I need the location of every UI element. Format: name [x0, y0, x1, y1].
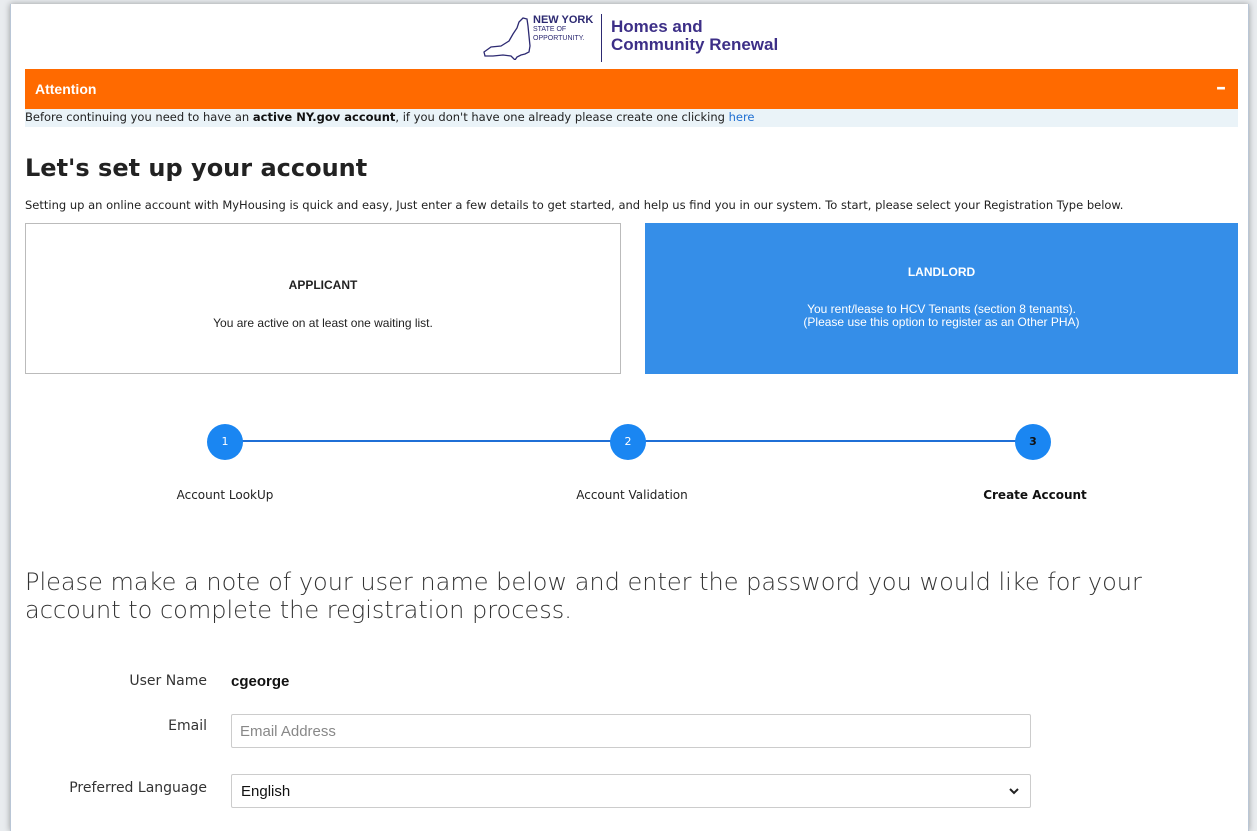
landlord-description-line2: (Please use this option to register as a…	[803, 315, 1080, 329]
applicant-option-card[interactable]: APPLICANT You are active on at least one…	[25, 223, 621, 374]
page-title: Let's set up your account	[25, 154, 368, 182]
preferred-language-select[interactable]: English	[231, 774, 1031, 808]
ny-state-line1: NEW YORK	[533, 14, 594, 26]
attention-title: Attention	[35, 81, 97, 97]
landlord-description: You rent/lease to HCV Tenants (section 8…	[645, 303, 1238, 329]
preferred-language-value: English	[241, 783, 291, 800]
ny-state-line2: STATE OF	[533, 26, 567, 33]
attention-text-after: , if you don't have one already please c…	[395, 110, 729, 124]
email-input[interactable]	[231, 714, 1031, 748]
hcr-logo[interactable]: NEW YORK STATE OF OPPORTUNITY. Homes and…	[481, 12, 781, 64]
applicant-title: APPLICANT	[288, 278, 358, 292]
username-label: User Name	[129, 673, 207, 689]
agency-name: Homes and Community Renewal	[611, 18, 778, 54]
ny-state-outline-icon	[483, 17, 531, 60]
preferred-language-label: Preferred Language	[69, 780, 207, 796]
attention-text-bold: active NY.gov account	[252, 110, 396, 124]
step-2-label: Account Validation	[576, 488, 688, 502]
step-3-label: Create Account	[983, 488, 1087, 502]
landlord-title: LANDLORD	[907, 265, 976, 279]
agency-name-line1: Homes and	[611, 17, 703, 36]
attention-text-before: Before continuing you need to have an	[25, 110, 253, 124]
step-1-label: Account LookUp	[176, 488, 274, 502]
step-1-circle: 1	[207, 424, 243, 460]
attention-banner: Attention –	[25, 69, 1238, 109]
step-3-circle: 3	[1015, 424, 1051, 460]
landlord-option-card[interactable]: LANDLORD You rent/lease to HCV Tenants (…	[645, 223, 1238, 374]
create-nygov-account-link[interactable]: here	[729, 110, 755, 124]
email-label: Email	[168, 718, 207, 734]
page-intro: Setting up an online account with MyHous…	[25, 198, 1124, 212]
logo-divider	[601, 14, 602, 62]
step-connector-1-2	[225, 440, 628, 442]
agency-name-line2: Community Renewal	[611, 35, 779, 54]
registration-page: NEW YORK STATE OF OPPORTUNITY. Homes and…	[10, 4, 1249, 831]
step-connector-2-3	[628, 440, 1033, 442]
ny-state-line3: OPPORTUNITY.	[533, 35, 585, 42]
site-header: NEW YORK STATE OF OPPORTUNITY. Homes and…	[11, 4, 1248, 66]
step-2-circle: 2	[610, 424, 646, 460]
registration-note: Please make a note of your user name bel…	[25, 568, 1142, 624]
attention-message: Before continuing you need to have an ac…	[25, 109, 1238, 127]
applicant-description: You are active on at least one waiting l…	[213, 316, 433, 330]
registration-stepper: 1 2 3 Account LookUp Account Validation …	[11, 424, 1248, 524]
chevron-down-icon	[1009, 788, 1019, 795]
username-value: cgeorge	[231, 673, 290, 690]
ny-state-wordmark: NEW YORK STATE OF OPPORTUNITY.	[533, 14, 594, 43]
collapse-attention-button[interactable]: –	[1216, 75, 1226, 99]
